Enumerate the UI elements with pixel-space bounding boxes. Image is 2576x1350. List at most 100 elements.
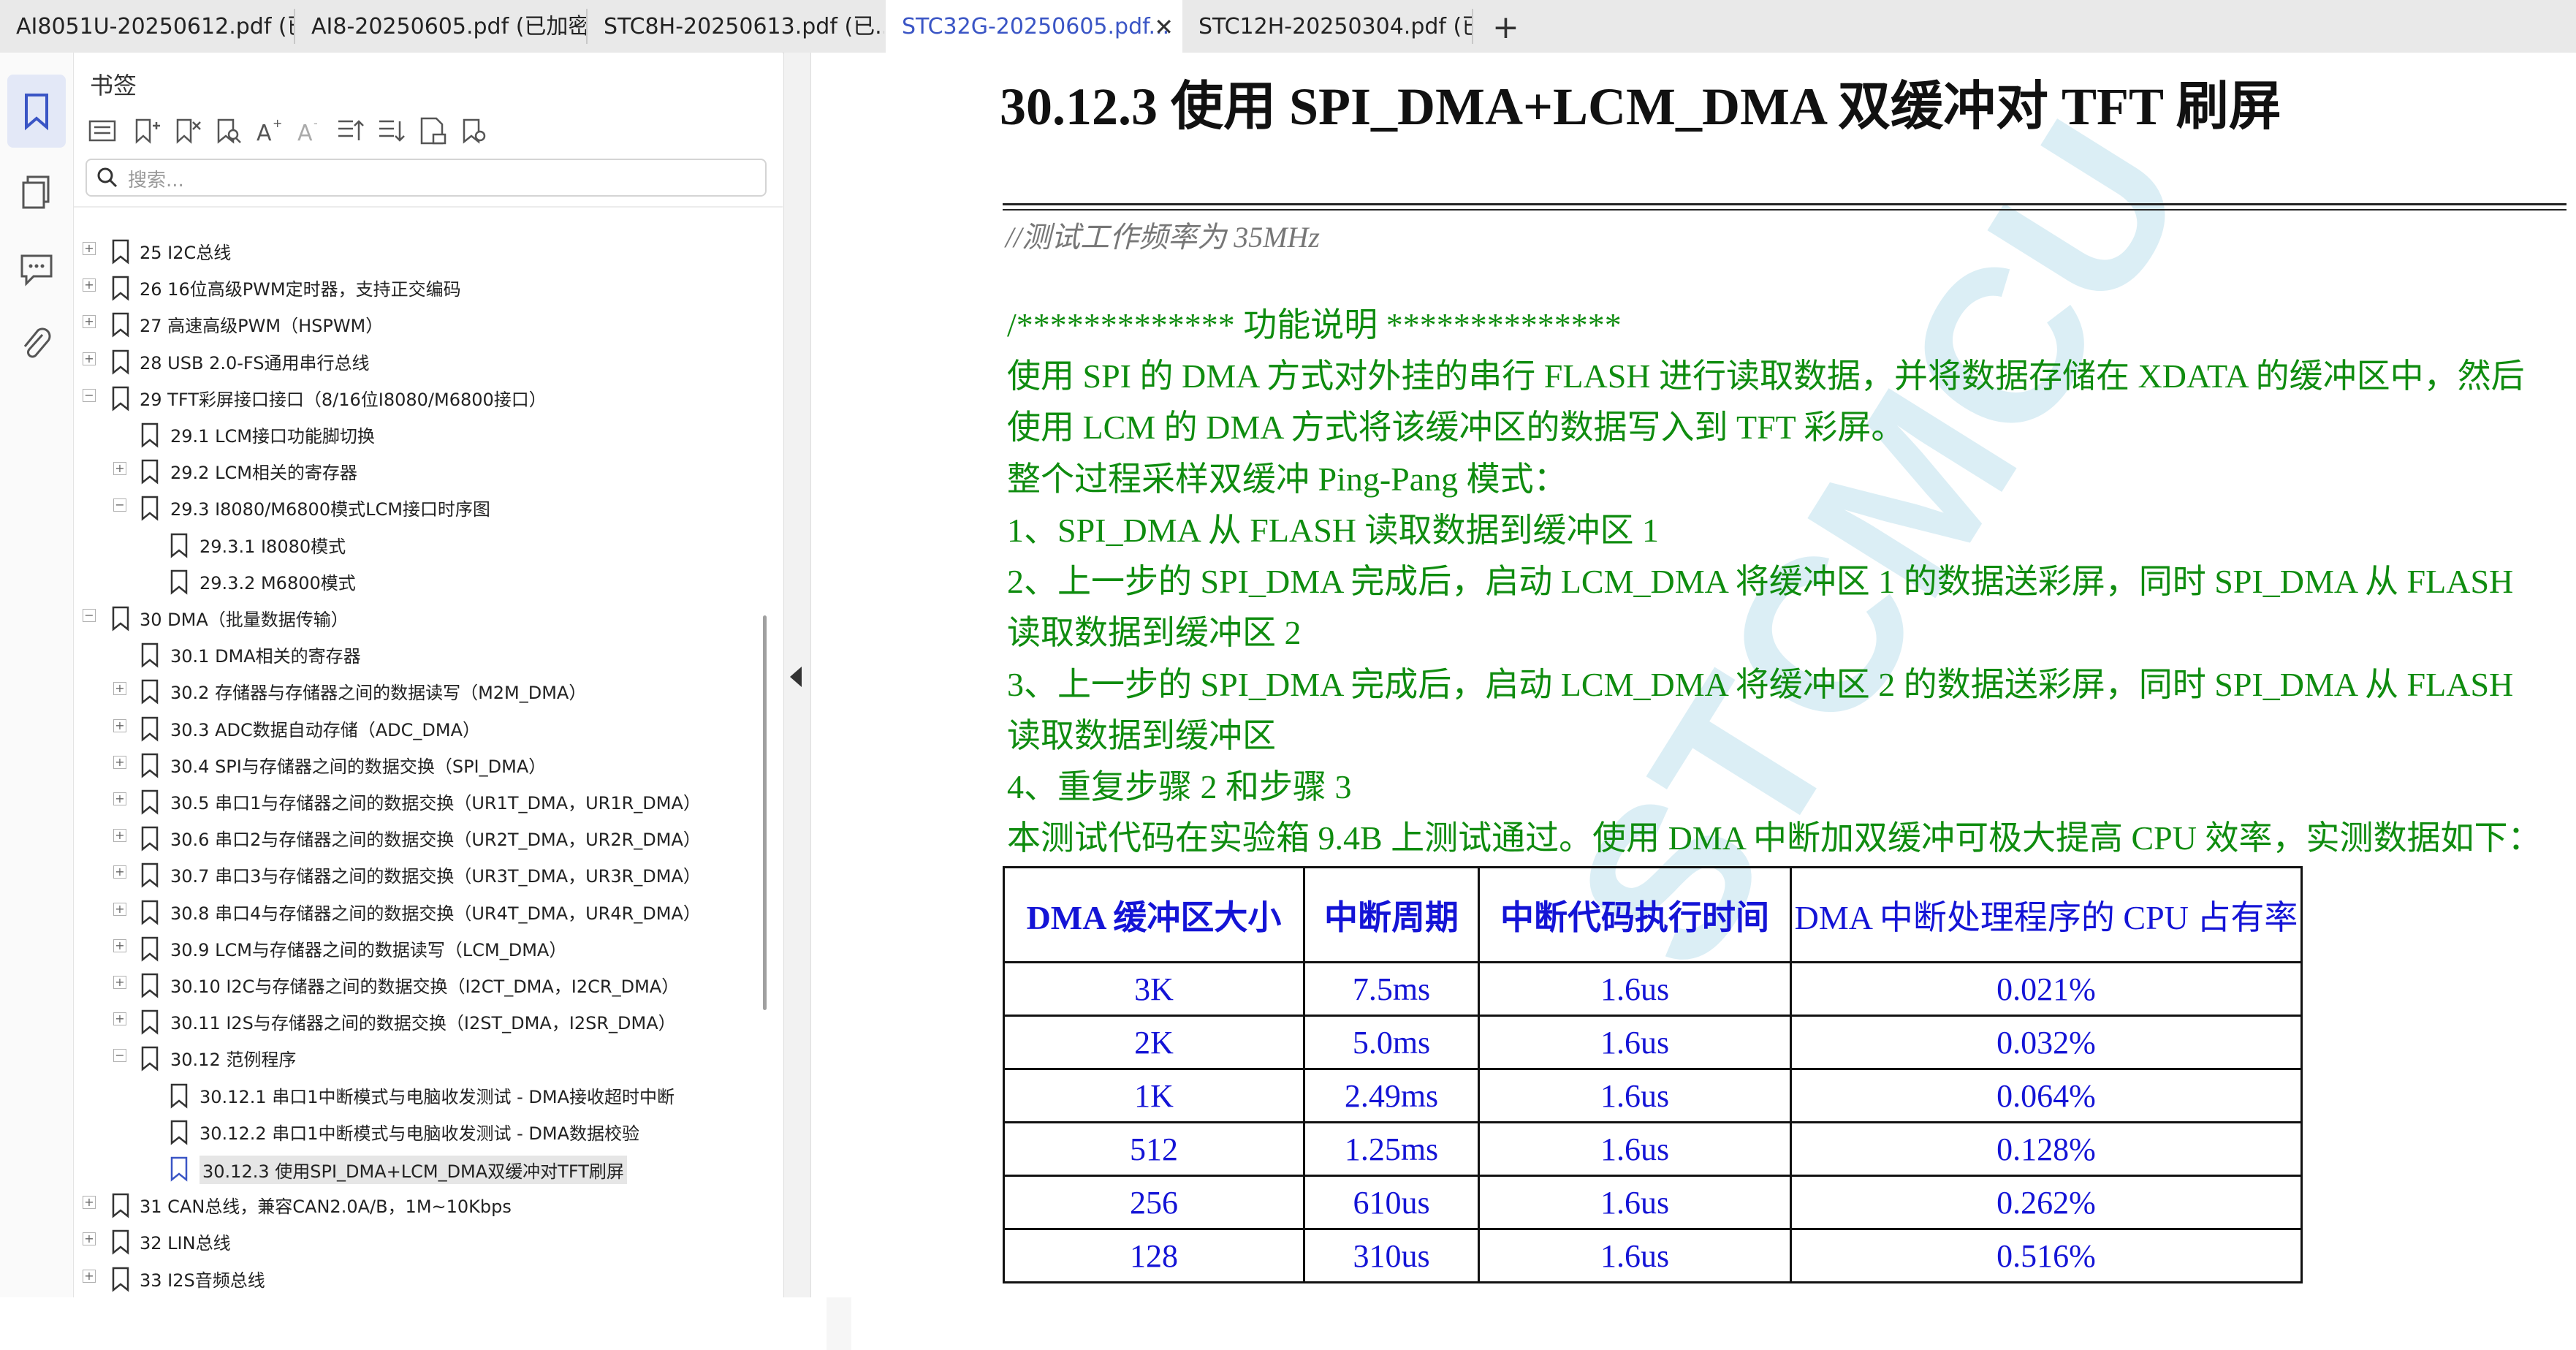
- bookmark-item[interactable]: +26 16位高级PWM定时器，支持正交编码: [74, 269, 753, 306]
- svg-text:A: A: [257, 121, 272, 146]
- expand-icon[interactable]: +: [83, 1269, 96, 1283]
- bookmark-item[interactable]: +30.10 I2C与存储器之间的数据交换（I2CT_DMA，I2CR_DMA）: [74, 966, 753, 1003]
- table-cell: 610us: [1303, 1175, 1480, 1230]
- delete-bookmark-icon[interactable]: [172, 115, 202, 146]
- bookmark-search-input[interactable]: 搜索...: [86, 159, 767, 197]
- bookmark-label: 30.1 DMA相关的寄存器: [170, 646, 361, 667]
- find-bookmark-icon[interactable]: [213, 115, 243, 146]
- bookmark-item[interactable]: − 29.3 I8080/M6800模式LCM接口时序图: [74, 489, 753, 526]
- bookmark-item[interactable]: +29.2 LCM相关的寄存器: [74, 452, 753, 489]
- bookmark-panel-icon[interactable]: [16, 91, 57, 132]
- expand-icon[interactable]: +: [113, 462, 126, 476]
- bookmark-item[interactable]: +31 CAN总线，兼容CAN2.0A/B，1M~10Kbps: [74, 1186, 753, 1223]
- bookmark-item[interactable]: − 30.12 范例程序: [74, 1039, 753, 1076]
- collapse-icon[interactable]: −: [113, 498, 126, 512]
- tab-ai8[interactable]: AI8-20250605.pdf (已加密): [295, 0, 586, 53]
- expand-icon[interactable]: +: [113, 755, 126, 769]
- thumbnails-icon[interactable]: [16, 172, 57, 213]
- expand-icon[interactable]: +: [113, 718, 126, 732]
- bookmark-item[interactable]: − 30 DMA（批量数据传输）: [74, 599, 753, 636]
- bookmark-item[interactable]: +25 I2C总线: [74, 232, 753, 269]
- bookmark-item[interactable]: +30.11 I2S与存储器之间的数据交换（I2ST_DMA，I2SR_DMA）: [74, 1003, 753, 1039]
- bookmark-item[interactable]: +28 USB 2.0-FS通用串行总线: [74, 343, 753, 379]
- bookmark-item[interactable]: 29.3.2 M6800模式: [74, 563, 753, 599]
- expand-icon[interactable]: +: [113, 938, 126, 952]
- bookmark-settings-icon[interactable]: [458, 115, 489, 146]
- bookmark-item[interactable]: − 29 TFT彩屏接口接口（8/16位I8080/M6800接口）: [74, 379, 753, 416]
- tab-label: STC12H-20250304.pdf (已...: [1198, 14, 1472, 39]
- tab-stc8h[interactable]: STC8H-20250613.pdf (已...: [588, 0, 884, 53]
- expand-icon[interactable]: +: [113, 902, 126, 916]
- expand-icon[interactable]: +: [113, 829, 126, 843]
- code-line: /************* 功能说明 **************: [1007, 306, 1622, 344]
- expand-icon[interactable]: +: [83, 278, 96, 292]
- table-cell: 1K: [1003, 1068, 1305, 1123]
- scrollbar-thumb[interactable]: [763, 615, 767, 1010]
- bookmark-item[interactable]: 30.12.1 串口1中断模式与电脑收发测试 - DMA接收超时中断: [74, 1077, 753, 1113]
- font-decrease-icon[interactable]: A-: [295, 115, 325, 146]
- panel-collapse-handle[interactable]: [783, 53, 811, 1297]
- bookmark-item[interactable]: +30.4 SPI与存储器之间的数据交换（SPI_DMA）: [74, 746, 753, 783]
- document-page: STCMCU 30.12.3 使用 SPI_DMA+LCM_DMA 双缓冲对 T…: [811, 53, 2576, 1297]
- sidebar-icon-rail: [0, 53, 74, 1297]
- bookmark-item[interactable]: +30.8 串口4与存储器之间的数据交换（UR4T_DMA，UR4R_DMA）: [74, 893, 753, 930]
- bookmark-item[interactable]: +32 LIN总线: [74, 1223, 753, 1259]
- bookmark-label: 30.12.3 使用SPI_DMA+LCM_DMA双缓冲对TFT刷屏: [200, 1156, 627, 1184]
- table-cell: 128: [1003, 1228, 1305, 1283]
- collapse-all-icon[interactable]: [376, 115, 407, 146]
- bookmark-item[interactable]: +30.2 存储器与存储器之间的数据读写（M2M_DMA）: [74, 672, 753, 709]
- bookmark-properties-icon[interactable]: [417, 115, 448, 146]
- bookmark-item[interactable]: 30.12.3 使用SPI_DMA+LCM_DMA双缓冲对TFT刷屏: [74, 1150, 753, 1186]
- code-line: 4、重复步骤 2 和步骤 3: [1007, 768, 1352, 805]
- expand-icon[interactable]: +: [83, 242, 96, 255]
- svg-text:-: -: [314, 116, 318, 130]
- expand-icon[interactable]: +: [113, 792, 126, 805]
- close-tab-icon[interactable]: ✕: [1154, 0, 1174, 53]
- expand-icon[interactable]: +: [113, 976, 126, 989]
- table-cell: 1.6us: [1478, 1068, 1792, 1123]
- new-tab-icon[interactable]: +: [1492, 0, 1519, 53]
- table-cell: 512: [1003, 1121, 1305, 1177]
- font-increase-icon[interactable]: A +: [254, 115, 284, 146]
- collapse-icon[interactable]: −: [113, 1049, 126, 1063]
- tab-stc12h[interactable]: STC12H-20250304.pdf (已...: [1182, 0, 1472, 53]
- expand-icon[interactable]: +: [83, 352, 96, 365]
- bookmark-item[interactable]: 29.3.1 I8080模式: [74, 526, 753, 563]
- collapse-icon[interactable]: −: [83, 609, 96, 622]
- bookmark-item[interactable]: 30.12.2 串口1中断模式与电脑收发测试 - DMA数据校验: [74, 1113, 753, 1150]
- bookmark-icon: [141, 422, 159, 448]
- bookmark-item[interactable]: 30.1 DMA相关的寄存器: [74, 636, 753, 672]
- bookmark-item[interactable]: +30.6 串口2与存储器之间的数据交换（UR2T_DMA，UR2R_DMA）: [74, 819, 753, 856]
- expand-icon[interactable]: +: [113, 682, 126, 696]
- bookmark-label: 29.2 LCM相关的寄存器: [170, 463, 357, 484]
- collapse-icon[interactable]: −: [83, 388, 96, 402]
- comments-icon[interactable]: [16, 249, 57, 289]
- bookmark-item[interactable]: +27 高速高级PWM（HSPWM）: [74, 306, 753, 342]
- tab-label: STC8H-20250613.pdf (已...: [604, 14, 884, 39]
- bookmark-icon: [170, 569, 188, 595]
- expand-icon[interactable]: +: [83, 1232, 96, 1246]
- bookmark-icon: [141, 973, 159, 998]
- expand-all-icon[interactable]: [335, 115, 366, 146]
- attachment-icon[interactable]: [16, 325, 57, 365]
- tab-stc32g[interactable]: STC32G-20250605.pdf... ✕: [886, 0, 1182, 53]
- bookmark-item[interactable]: +33 I2S音频总线: [74, 1260, 753, 1297]
- expand-icon[interactable]: +: [113, 865, 126, 879]
- outline-list-icon[interactable]: [87, 115, 118, 146]
- expand-icon[interactable]: +: [83, 1196, 96, 1210]
- bookmark-label: 30.7 串口3与存储器之间的数据交换（UR3T_DMA，UR3R_DMA）: [170, 866, 701, 887]
- bookmark-label: 29.1 LCM接口功能脚切换: [170, 426, 375, 447]
- bookmark-item[interactable]: +30.9 LCM与存储器之间的数据读写（LCM_DMA）: [74, 930, 753, 966]
- bookmark-item[interactable]: +30.7 串口3与存储器之间的数据交换（UR3T_DMA，UR3R_DMA）: [74, 856, 753, 892]
- bookmark-item[interactable]: 29.1 LCM接口功能脚切换: [74, 416, 753, 452]
- table-row: 2K 5.0ms 1.6us 0.032%: [1003, 1015, 2303, 1070]
- bookmark-item[interactable]: +30.5 串口1与存储器之间的数据交换（UR1T_DMA，UR1R_DMA）: [74, 783, 753, 819]
- expand-icon[interactable]: +: [83, 315, 96, 329]
- table-cell: 2K: [1003, 1015, 1305, 1070]
- expand-icon[interactable]: +: [113, 1012, 126, 1026]
- bookmark-item[interactable]: +30.3 ADC数据自动存储（ADC_DMA）: [74, 710, 753, 746]
- add-bookmark-icon[interactable]: [131, 115, 162, 146]
- bookmark-icon: [141, 753, 159, 778]
- tab-ai8051u[interactable]: AI8051U-20250612.pdf (已...: [0, 0, 294, 53]
- bookmark-icon: [112, 276, 129, 301]
